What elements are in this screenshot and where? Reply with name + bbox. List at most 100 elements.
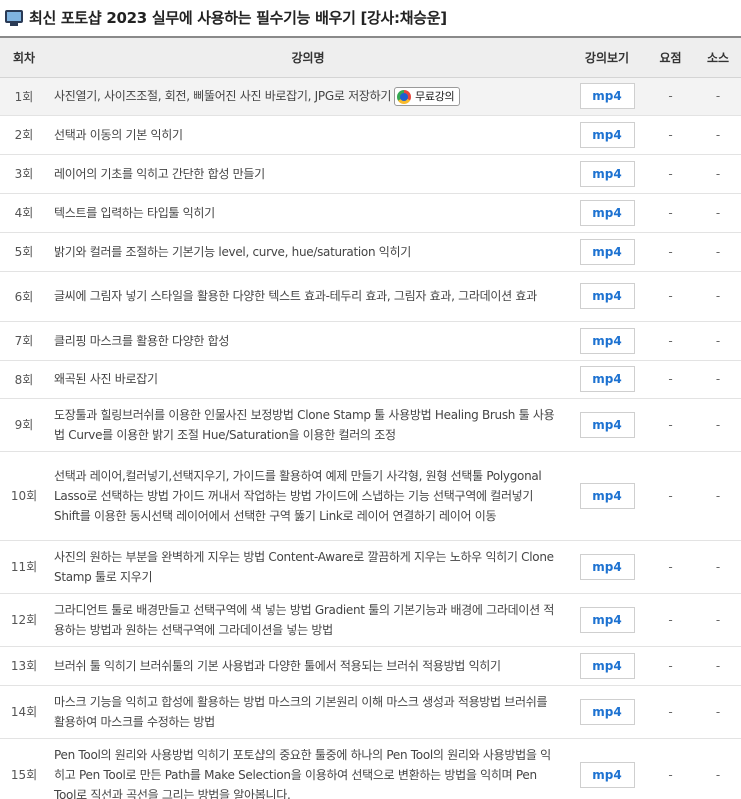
lecture-title-cell: 사진열기, 사이즈조절, 회전, 삐뚤어진 사진 바로잡기, JPG로 저장하기…: [48, 77, 568, 116]
source-cell: -: [695, 193, 741, 233]
view-cell: mp4: [568, 540, 646, 594]
play-icon: [397, 89, 412, 104]
source-cell: -: [695, 154, 741, 194]
source-cell: -: [695, 593, 741, 647]
lecture-title-cell: 선택과 이동의 기본 익히기: [48, 115, 568, 155]
mp4-button[interactable]: mp4: [579, 606, 635, 633]
lecture-number: 3회: [0, 154, 48, 194]
view-cell: mp4: [568, 321, 646, 361]
lecture-number: 9회: [0, 398, 48, 452]
table-row: 6회 글씨에 그림자 넣기 스타일을 활용한 다양한 텍스트 효과-테두리 효과,…: [0, 271, 741, 322]
free-lecture-button[interactable]: 무료강의: [394, 87, 461, 106]
table-row: 5회 밝기와 컬러를 조절하는 기본기능 level, curve, hue/sa…: [0, 232, 741, 272]
lecture-title: 사진의 원하는 부분을 완벽하게 지우는 방법 Content-Aware로 깔…: [54, 549, 554, 584]
summary-cell: -: [646, 193, 695, 233]
mp4-button[interactable]: mp4: [579, 553, 635, 580]
mp4-button[interactable]: mp4: [579, 283, 635, 309]
summary-cell: -: [646, 271, 695, 322]
view-cell: mp4: [568, 738, 646, 799]
view-cell: mp4: [568, 232, 646, 272]
mp4-button[interactable]: mp4: [579, 83, 635, 109]
table-row: 15회 Pen Tool의 원리와 사용방법 익히기 포토샵의 중요한 툴중에 하…: [0, 738, 741, 799]
mp4-button[interactable]: mp4: [579, 482, 635, 509]
lecture-title-cell: 사진의 원하는 부분을 완벽하게 지우는 방법 Content-Aware로 깔…: [48, 540, 568, 594]
source-cell: -: [695, 738, 741, 799]
lecture-title-cell: 선택과 레이어,컬러넣기,선택지우기, 가이드를 활용하여 예제 만들기 사각형…: [48, 451, 568, 541]
mp4-button[interactable]: mp4: [579, 761, 635, 788]
table-row: 9회 도장툴과 힐링브러쉬를 이용한 인물사진 보정방법 Clone Stamp …: [0, 398, 741, 452]
table-row: 13회 브러쉬 툴 익히기 브러쉬툴의 기본 사용법과 다양한 툴에서 적용되는 …: [0, 646, 741, 686]
lecture-title: 텍스트를 입력하는 타입툴 익히기: [54, 205, 215, 220]
table-row: 7회 클리핑 마스크를 활용한 다양한 합성 mp4- -: [0, 321, 741, 361]
source-cell: -: [695, 232, 741, 272]
lecture-title: 레이어의 기초를 익히고 간단한 합성 만들기: [54, 166, 265, 181]
lecture-title-cell: Pen Tool의 원리와 사용방법 익히기 포토샵의 중요한 툴중에 하나의 …: [48, 738, 568, 799]
view-cell: mp4: [568, 154, 646, 194]
lecture-title-cell: 글씨에 그림자 넣기 스타일을 활용한 다양한 텍스트 효과-테두리 효과, 그…: [48, 271, 568, 322]
mp4-button[interactable]: mp4: [579, 327, 635, 354]
summary-cell: -: [646, 398, 695, 452]
view-cell: mp4: [568, 398, 646, 452]
summary-cell: -: [646, 685, 695, 739]
lecture-title-cell: 그라디언트 툴로 배경만들고 선택구역에 색 넣는 방법 Gradient 툴의…: [48, 593, 568, 647]
lecture-number: 6회: [0, 271, 48, 322]
summary-cell: -: [646, 232, 695, 272]
lecture-title-cell: 클리핑 마스크를 활용한 다양한 합성: [48, 321, 568, 361]
source-cell: -: [695, 271, 741, 322]
table-header-row: 회차 강의명 강의보기 요점 소스: [0, 37, 741, 78]
lecture-number: 15회: [0, 738, 48, 799]
table-row: 11회 사진의 원하는 부분을 완벽하게 지우는 방법 Content-Aware…: [0, 540, 741, 594]
mp4-button[interactable]: mp4: [579, 366, 635, 392]
mp4-button[interactable]: mp4: [579, 121, 635, 148]
lecture-number: 4회: [0, 193, 48, 233]
source-cell: -: [695, 646, 741, 686]
lecture-title-cell: 레이어의 기초를 익히고 간단한 합성 만들기: [48, 154, 568, 194]
header-source: 소스: [695, 37, 741, 78]
source-cell: -: [695, 321, 741, 361]
lecture-title: 선택과 이동의 기본 익히기: [54, 127, 183, 142]
lecture-title-cell: 왜곡된 사진 바로잡기: [48, 360, 568, 399]
mp4-button[interactable]: mp4: [579, 160, 635, 187]
lecture-title-cell: 텍스트를 입력하는 타입툴 익히기: [48, 193, 568, 233]
table-row: 12회 그라디언트 툴로 배경만들고 선택구역에 색 넣는 방법 Gradient…: [0, 593, 741, 647]
lecture-title: 브러쉬 툴 익히기 브러쉬툴의 기본 사용법과 다양한 툴에서 적용되는 브러쉬…: [54, 658, 501, 673]
source-cell: -: [695, 685, 741, 739]
view-cell: mp4: [568, 685, 646, 739]
table-row: 1회 사진열기, 사이즈조절, 회전, 삐뚤어진 사진 바로잡기, JPG로 저장…: [0, 77, 741, 116]
lecture-number: 12회: [0, 593, 48, 647]
mp4-button[interactable]: mp4: [579, 698, 635, 725]
mp4-button[interactable]: mp4: [579, 238, 635, 265]
lecture-number: 5회: [0, 232, 48, 272]
table-row: 3회 레이어의 기초를 익히고 간단한 합성 만들기 mp4- -: [0, 154, 741, 194]
lecture-title: 도장툴과 힐링브러쉬를 이용한 인물사진 보정방법 Clone Stamp 툴 …: [54, 407, 555, 442]
table-row: 8회 왜곡된 사진 바로잡기 mp4- -: [0, 360, 741, 399]
table-row: 10회 선택과 레이어,컬러넣기,선택지우기, 가이드를 활용하여 예제 만들기 …: [0, 451, 741, 541]
mp4-button[interactable]: mp4: [579, 411, 635, 438]
lecture-title: 그라디언트 툴로 배경만들고 선택구역에 색 넣는 방법 Gradient 툴의…: [54, 602, 555, 637]
lecture-number: 14회: [0, 685, 48, 739]
header-view: 강의보기: [568, 37, 646, 78]
lecture-title-cell: 브러쉬 툴 익히기 브러쉬툴의 기본 사용법과 다양한 툴에서 적용되는 브러쉬…: [48, 646, 568, 686]
view-cell: mp4: [568, 115, 646, 155]
source-cell: -: [695, 540, 741, 594]
mp4-button[interactable]: mp4: [579, 652, 635, 679]
lecture-number: 13회: [0, 646, 48, 686]
summary-cell: -: [646, 321, 695, 361]
summary-cell: -: [646, 154, 695, 194]
lecture-title: 왜곡된 사진 바로잡기: [54, 372, 158, 386]
view-cell: mp4: [568, 360, 646, 399]
summary-cell: -: [646, 77, 695, 116]
lecture-number: 1회: [0, 77, 48, 116]
table-row: 14회 마스크 기능을 익히고 합성에 활용하는 방법 마스크의 기본원리 이해 …: [0, 685, 741, 739]
lecture-number: 10회: [0, 451, 48, 541]
summary-cell: -: [646, 646, 695, 686]
lecture-number: 7회: [0, 321, 48, 361]
view-cell: mp4: [568, 646, 646, 686]
lecture-title: 글씨에 그림자 넣기 스타일을 활용한 다양한 텍스트 효과-테두리 효과, 그…: [54, 289, 537, 303]
page-header: 최신 포토샵 2023 실무에 사용하는 필수기능 배우기 [강사:채승운]: [0, 0, 741, 36]
monitor-icon: [4, 8, 24, 28]
source-cell: -: [695, 398, 741, 452]
mp4-button[interactable]: mp4: [579, 199, 635, 226]
view-cell: mp4: [568, 593, 646, 647]
view-cell: mp4: [568, 451, 646, 541]
